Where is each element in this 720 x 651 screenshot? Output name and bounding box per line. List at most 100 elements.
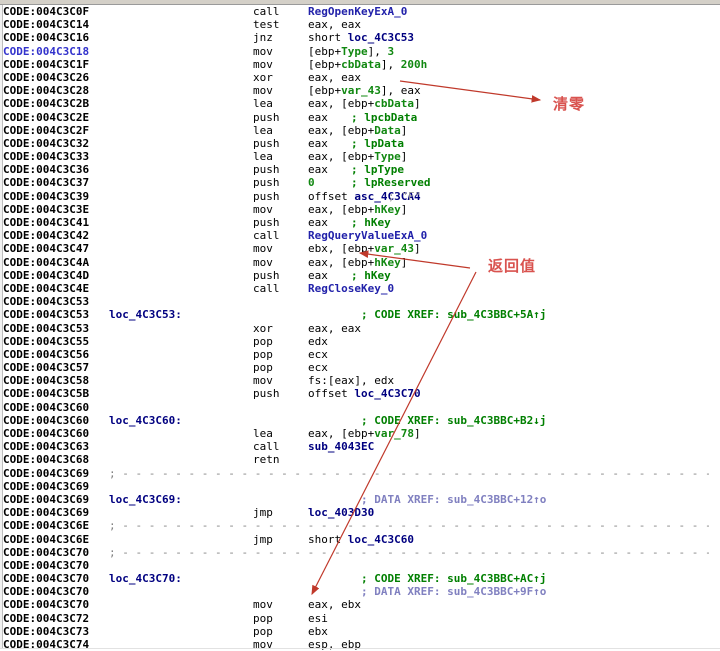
instruction-operands[interactable]: edx: [308, 335, 328, 348]
instruction-operands[interactable]: short loc_4C3C53: [308, 31, 414, 44]
listing-row[interactable]: CODE:004C3C73 pop ebx: [3, 625, 720, 638]
listing-row[interactable]: CODE:004C3C53: [3, 295, 720, 308]
instruction-operands[interactable]: eax, [ebp+Data]: [308, 124, 407, 137]
listing-row[interactable]: CODE:004C3C6E jmp short loc_4C3C60: [3, 533, 720, 546]
listing-row[interactable]: CODE:004C3C18 mov [ebp+Type], 3: [3, 45, 720, 58]
listing-row[interactable]: CODE:004C3C60: [3, 401, 720, 414]
instruction-operands[interactable]: ecx: [308, 348, 328, 361]
listing-row[interactable]: CODE:004C3C69 loc_4C3C69: ; DATA XREF: sub…: [3, 493, 720, 506]
listing-row[interactable]: CODE:004C3C69 jmp loc_403D30: [3, 506, 720, 519]
listing-row[interactable]: CODE:004C3C1F mov [ebp+cbData], 200h: [3, 58, 720, 71]
listing-row[interactable]: CODE:004C3C70: [3, 559, 720, 572]
listing-row[interactable]: CODE:004C3C41 push eax ; hKey: [3, 216, 720, 229]
listing-row[interactable]: CODE:004C3C5B push offset loc_4C3C70: [3, 387, 720, 400]
instruction-operands[interactable]: eax: [308, 137, 328, 150]
listing-row[interactable]: CODE:004C3C68 retn: [3, 453, 720, 466]
listing-row[interactable]: CODE:004C3C16 jnz short loc_4C3C53: [3, 31, 720, 44]
instruction-operands[interactable]: [ebp+var_43], eax: [308, 84, 421, 97]
listing-row[interactable]: CODE:004C3C60 loc_4C3C60: ; CODE XREF: sub…: [3, 414, 720, 427]
instruction-operands[interactable]: eax, ebx: [308, 598, 361, 611]
listing-row[interactable]: CODE:004C3C63 call sub_4043EC: [3, 440, 720, 453]
line-address: CODE:004C3C0F: [3, 5, 90, 18]
listing-row[interactable]: CODE:004C3C37 push 0 ; lpReserved: [3, 176, 720, 189]
instruction-operands[interactable]: eax, eax: [308, 18, 361, 31]
instruction-operands[interactable]: RegQueryValueExA_0: [308, 229, 427, 242]
code-label[interactable]: loc_4C3C70:: [109, 572, 182, 585]
listing-row[interactable]: CODE:004C3C69: [3, 480, 720, 493]
listing-row[interactable]: CODE:004C3C4E call RegCloseKey_0: [3, 282, 720, 295]
instruction-operands[interactable]: eax: [308, 111, 328, 124]
instruction-operands[interactable]: RegOpenKeyExA_0: [308, 5, 407, 18]
listing-row[interactable]: CODE:004C3C4A mov eax, [ebp+hKey]: [3, 256, 720, 269]
instruction-mnemonic: xor: [253, 321, 273, 335]
instruction-operands[interactable]: eax, [ebp+cbData]: [308, 97, 421, 110]
instruction-operands[interactable]: RegCloseKey_0: [308, 282, 394, 295]
instruction-operands[interactable]: eax, [ebp+var_78]: [308, 427, 421, 440]
instruction-operands[interactable]: eax, [ebp+Type]: [308, 150, 407, 163]
listing-row[interactable]: CODE:004C3C70 loc_4C3C70: ; CODE XREF: sub…: [3, 572, 720, 585]
instruction-operands[interactable]: short loc_4C3C60: [308, 533, 414, 546]
instruction-operands[interactable]: esi: [308, 612, 328, 625]
listing-row[interactable]: CODE:004C3C3E mov eax, [ebp+hKey]: [3, 203, 720, 216]
listing-row[interactable]: CODE:004C3C58 mov fs:[eax], edx: [3, 374, 720, 387]
listing-row[interactable]: CODE:004C3C26 xor eax, eax: [3, 71, 720, 84]
disassembly-listing[interactable]: CODE:004C3C0F call RegOpenKeyExA_0 CODE:004…: [3, 5, 720, 651]
code-label[interactable]: loc_4C3C60:: [109, 414, 182, 427]
instruction-operands[interactable]: offset loc_4C3C70: [308, 387, 421, 400]
listing-row[interactable]: CODE:004C3C2B lea eax, [ebp+cbData]: [3, 97, 720, 110]
listing-row[interactable]: CODE:004C3C57 pop ecx: [3, 361, 720, 374]
instruction-operands[interactable]: sub_4043EC: [308, 440, 374, 453]
listing-row[interactable]: CODE:004C3C42 call RegQueryValueExA_0: [3, 229, 720, 242]
instruction-mnemonic: mov: [253, 242, 273, 256]
listing-row[interactable]: CODE:004C3C14 test eax, eax: [3, 18, 720, 31]
listing-row[interactable]: CODE:004C3C0F call RegOpenKeyExA_0: [3, 5, 720, 18]
listing-row[interactable]: CODE:004C3C36 push eax ; lpType: [3, 163, 720, 176]
instruction-operands[interactable]: loc_403D30: [308, 506, 374, 519]
instruction-operands[interactable]: eax: [308, 269, 328, 282]
listing-row[interactable]: CODE:004C3C47 mov ebx, [ebp+var_43]: [3, 242, 720, 255]
instruction-operands[interactable]: esp, ebp: [308, 638, 361, 651]
listing-row[interactable]: CODE:004C3C70 ; DATA XREF: sub_4C3BBC+9F↑…: [3, 585, 720, 598]
instruction-operands[interactable]: ebx, [ebp+var_43]: [308, 242, 421, 255]
listing-row[interactable]: CODE:004C3C53 loc_4C3C53: ; CODE XREF: sub…: [3, 308, 720, 321]
code-label[interactable]: loc_4C3C53:: [109, 308, 182, 321]
line-address: CODE:004C3C2E: [3, 110, 90, 124]
listing-row[interactable]: CODE:004C3C56 pop ecx: [3, 348, 720, 361]
code-label[interactable]: loc_4C3C69:: [109, 493, 182, 506]
instruction-operands[interactable]: eax: [308, 216, 328, 229]
listing-row[interactable]: CODE:004C3C4D push eax ; hKey: [3, 269, 720, 282]
instruction-operands[interactable]: eax, eax: [308, 322, 361, 335]
listing-row[interactable]: CODE:004C3C74 mov esp, ebp: [3, 638, 720, 651]
listing-row[interactable]: CODE:004C3C72 pop esi: [3, 612, 720, 625]
instruction-operands[interactable]: ebx: [308, 625, 328, 638]
instruction-operands[interactable]: ecx: [308, 361, 328, 374]
instruction-operands[interactable]: [ebp+cbData], 200h: [308, 58, 427, 71]
listing-row[interactable]: CODE:004C3C69 ; - - - - - - - - - - - - -…: [3, 467, 720, 480]
instruction-operands[interactable]: eax, eax: [308, 71, 361, 84]
line-address: CODE:004C3C53: [3, 308, 90, 322]
listing-row[interactable]: CODE:004C3C39 push offset asc_4C3CA4; "F": [3, 190, 720, 203]
listing-row[interactable]: CODE:004C3C6E ; - - - - - - - - - - - - -…: [3, 519, 720, 532]
listing-row[interactable]: CODE:004C3C28 mov [ebp+var_43], eax: [3, 84, 720, 97]
instruction-operands[interactable]: 0: [308, 176, 315, 189]
listing-row[interactable]: CODE:004C3C2E push eax ; lpcbData: [3, 111, 720, 124]
instruction-mnemonic: call: [253, 440, 280, 454]
line-address: CODE:004C3C14: [3, 18, 90, 32]
line-comment: ; hKey: [351, 216, 391, 229]
listing-row[interactable]: CODE:004C3C33 lea eax, [ebp+Type]: [3, 150, 720, 163]
listing-row[interactable]: CODE:004C3C55 pop edx: [3, 335, 720, 348]
listing-row[interactable]: CODE:004C3C70 mov eax, ebx: [3, 598, 720, 611]
listing-row[interactable]: CODE:004C3C2F lea eax, [ebp+Data]: [3, 124, 720, 137]
listing-row[interactable]: CODE:004C3C60 lea eax, [ebp+var_78]: [3, 427, 720, 440]
instruction-operands[interactable]: fs:[eax], edx: [308, 374, 394, 387]
instruction-mnemonic: push: [253, 163, 280, 177]
instruction-operands[interactable]: eax: [308, 163, 328, 176]
instruction-operands[interactable]: eax, [ebp+hKey]: [308, 203, 407, 216]
instruction-operands[interactable]: eax, [ebp+hKey]: [308, 256, 407, 269]
listing-row[interactable]: CODE:004C3C32 push eax ; lpData: [3, 137, 720, 150]
instruction-operands[interactable]: [ebp+Type], 3: [308, 45, 394, 58]
line-address: CODE:004C3C41: [3, 216, 90, 229]
listing-row[interactable]: CODE:004C3C70 ; - - - - - - - - - - - - -…: [3, 546, 720, 559]
instruction-mnemonic: mov: [253, 57, 273, 71]
listing-row[interactable]: CODE:004C3C53 xor eax, eax: [3, 322, 720, 335]
